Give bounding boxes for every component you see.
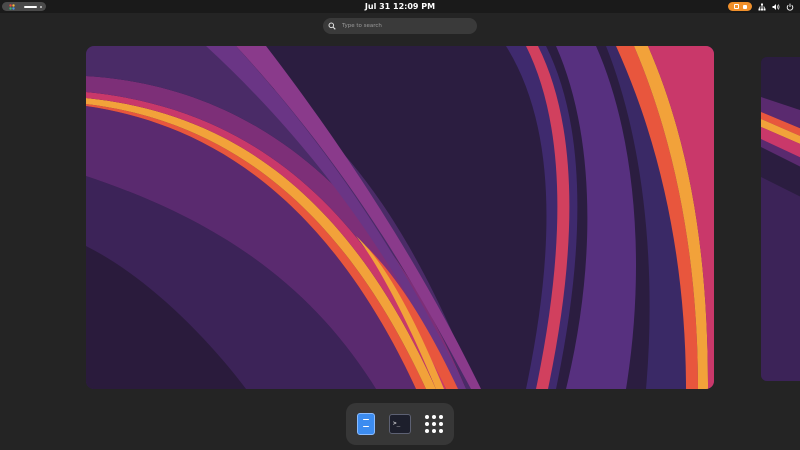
stop-icon xyxy=(742,4,747,9)
terminal-prompt-glyph: >_ xyxy=(393,420,401,427)
app-grid-icon xyxy=(425,415,443,433)
files-app-button[interactable] xyxy=(352,410,380,438)
activities-button[interactable] xyxy=(2,2,46,11)
screen-record-icon xyxy=(733,4,739,9)
system-status-area[interactable] xyxy=(728,2,794,11)
volume-icon[interactable] xyxy=(772,3,780,11)
screen-record-indicator[interactable] xyxy=(728,2,752,11)
workspace-dot xyxy=(40,5,42,8)
top-bar: Jul 31 12:09 PM xyxy=(0,0,800,13)
search-input[interactable] xyxy=(342,18,470,34)
network-icon[interactable] xyxy=(758,3,766,11)
workspace-thumbnail-current[interactable] xyxy=(86,46,714,389)
workspace-active-pill xyxy=(24,5,37,8)
search-bar[interactable] xyxy=(323,18,477,34)
files-icon xyxy=(357,413,375,435)
power-icon[interactable] xyxy=(786,3,794,11)
activities-indicator-icon xyxy=(9,3,15,10)
wallpaper-image xyxy=(86,46,714,389)
clock[interactable]: Jul 31 12:09 PM xyxy=(340,0,460,13)
workspace-thumbnail-next[interactable] xyxy=(761,57,800,381)
dash: >_ xyxy=(346,403,454,445)
show-apps-button[interactable] xyxy=(420,410,448,438)
wallpaper-image-next xyxy=(761,57,800,381)
search-icon xyxy=(328,22,336,30)
terminal-app-button[interactable]: >_ xyxy=(386,410,414,438)
terminal-icon: >_ xyxy=(389,414,411,434)
